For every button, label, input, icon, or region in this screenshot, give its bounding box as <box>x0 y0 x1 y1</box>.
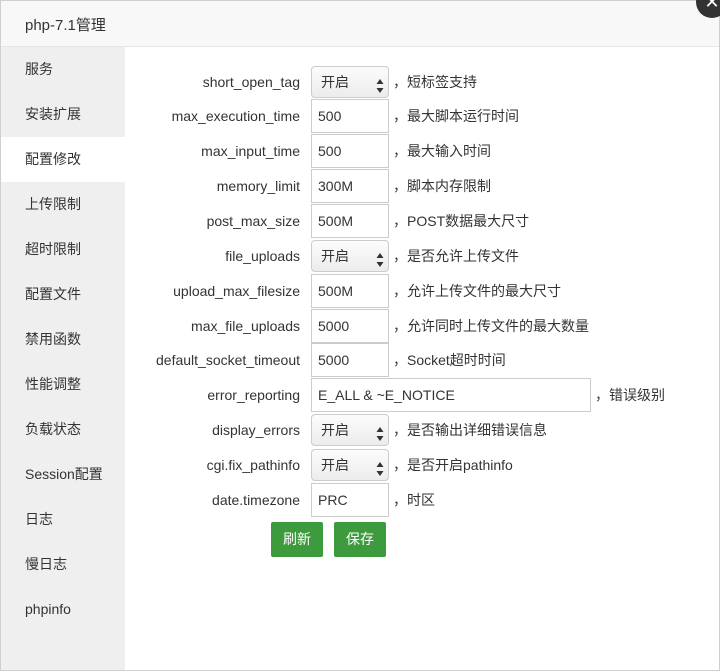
setting-row: post_max_size 500M ，POST数据最大尺寸 <box>125 204 720 238</box>
setting-input[interactable]: PRC <box>311 483 389 517</box>
setting-row: date.timezone PRC ，时区 <box>125 483 720 517</box>
setting-hint: ，POST数据最大尺寸 <box>393 213 530 229</box>
setting-row: upload_max_filesize 500M ，允许上传文件的最大尺寸 <box>125 274 720 308</box>
sidebar-item-7[interactable]: 性能调整 <box>1 362 125 407</box>
setting-hint: ，Socket超时时间 <box>393 352 506 368</box>
setting-select[interactable]: 开启 <box>311 240 389 272</box>
setting-select[interactable]: 开启 <box>311 449 389 481</box>
setting-row: file_uploads 开启 ，是否允许上传文件 <box>125 239 720 273</box>
setting-row: short_open_tag 开启 ，短标签支持 <box>125 65 720 99</box>
setting-label: max_file_uploads <box>191 318 300 334</box>
setting-hint: ，脚本内存限制 <box>393 178 491 194</box>
setting-hint: ，最大脚本运行时间 <box>393 108 519 124</box>
sidebar-item-12[interactable]: phpinfo <box>1 587 125 632</box>
setting-row: max_input_time 500 ，最大输入时间 <box>125 134 720 168</box>
setting-row: display_errors 开启 ，是否输出详细错误信息 <box>125 413 720 447</box>
setting-label: default_socket_timeout <box>156 352 300 368</box>
select-value: 开启 <box>321 457 349 473</box>
setting-row: max_file_uploads 5000 ，允许同时上传文件的最大数量 <box>125 309 720 343</box>
setting-label: memory_limit <box>216 178 300 194</box>
setting-row: cgi.fix_pathinfo 开启 ，是否开启pathinfo <box>125 448 720 482</box>
setting-label: file_uploads <box>225 248 300 264</box>
setting-input[interactable]: 500M <box>311 274 389 308</box>
setting-row: max_execution_time 500 ，最大脚本运行时间 <box>125 99 720 133</box>
select-arrows-icon <box>376 422 384 441</box>
setting-hint: ，是否允许上传文件 <box>393 248 519 264</box>
setting-label: display_errors <box>212 422 300 438</box>
select-arrows-icon <box>376 248 384 267</box>
setting-row: memory_limit 300M ，脚本内存限制 <box>125 169 720 203</box>
setting-label: max_execution_time <box>171 108 300 124</box>
setting-input[interactable]: 300M <box>311 169 389 203</box>
refresh-button[interactable]: 刷新 <box>271 522 323 557</box>
setting-label: max_input_time <box>201 143 300 159</box>
select-arrows-icon <box>376 457 384 476</box>
setting-row: default_socket_timeout 5000 ，Socket超时时间 <box>125 343 720 377</box>
sidebar-item-6[interactable]: 禁用函数 <box>1 317 125 362</box>
select-value: 开启 <box>321 74 349 90</box>
sidebar-item-10[interactable]: 日志 <box>1 497 125 542</box>
sidebar-item-11[interactable]: 慢日志 <box>1 542 125 587</box>
setting-label: short_open_tag <box>202 74 300 90</box>
setting-hint: ，是否开启pathinfo <box>393 457 513 473</box>
dialog-titlebar: php-7.1管理 <box>1 1 719 47</box>
sidebar: 服务 安装扩展 配置修改 上传限制 超时限制 配置文件 禁用函数 性能调整 负载状态 Sessio… <box>1 47 125 670</box>
sidebar-item-8[interactable]: 负载状态 <box>1 407 125 452</box>
sidebar-item-2[interactable]: 配置修改 <box>1 137 125 182</box>
sidebar-item-4[interactable]: 超时限制 <box>1 227 125 272</box>
save-button[interactable]: 保存 <box>334 522 386 557</box>
select-value: 开启 <box>321 248 349 264</box>
setting-select[interactable]: 开启 <box>311 414 389 446</box>
setting-select[interactable]: 开启 <box>311 66 389 98</box>
sidebar-item-3[interactable]: 上传限制 <box>1 182 125 227</box>
setting-hint: ，错误级别 <box>595 387 665 403</box>
setting-row: error_reporting E_ALL & ~E_NOTICE ，错误级别 <box>125 378 720 412</box>
setting-label: cgi.fix_pathinfo <box>206 457 300 473</box>
setting-hint: ，短标签支持 <box>393 74 477 90</box>
dialog-title: php-7.1管理 <box>25 17 106 34</box>
setting-label: post_max_size <box>206 213 300 229</box>
setting-input[interactable]: 5000 <box>311 343 389 377</box>
setting-input[interactable]: 500 <box>311 134 389 168</box>
setting-label: error_reporting <box>207 387 300 403</box>
setting-label: upload_max_filesize <box>173 283 300 299</box>
setting-hint: ，允许同时上传文件的最大数量 <box>393 318 589 334</box>
php-settings-dialog: php-7.1管理 服务 安装扩展 配置修改 上传限制 超时限制 配置文件 禁用函数 性能调整… <box>0 0 720 671</box>
setting-hint: ，最大输入时间 <box>393 143 491 159</box>
sidebar-item-1[interactable]: 安装扩展 <box>1 92 125 137</box>
setting-input[interactable]: E_ALL & ~E_NOTICE <box>311 378 591 412</box>
sidebar-item-0[interactable]: 服务 <box>1 47 125 92</box>
sidebar-item-5[interactable]: 配置文件 <box>1 272 125 317</box>
setting-input[interactable]: 500 <box>311 99 389 133</box>
setting-hint: ，允许上传文件的最大尺寸 <box>393 283 561 299</box>
setting-label: date.timezone <box>212 492 300 508</box>
config-form: short_open_tag 开启 ，短标签支持 max_execution_time… <box>125 47 719 670</box>
select-value: 开启 <box>321 422 349 438</box>
sidebar-item-9[interactable]: Session配置 <box>1 452 125 497</box>
setting-hint: ，是否输出详细错误信息 <box>393 422 547 438</box>
select-arrows-icon <box>376 74 384 93</box>
setting-input[interactable]: 500M <box>311 204 389 238</box>
setting-input[interactable]: 5000 <box>311 309 389 343</box>
setting-hint: ，时区 <box>393 492 435 508</box>
